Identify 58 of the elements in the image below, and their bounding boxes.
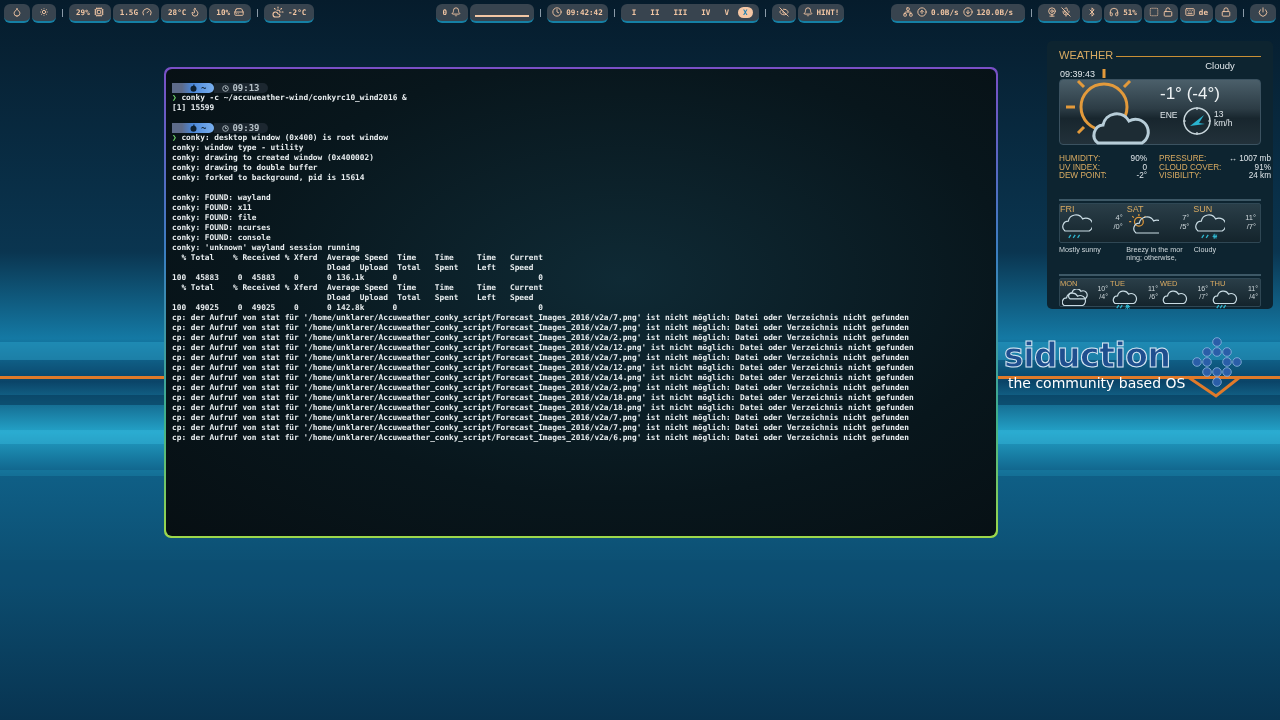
- current-temperature: -1° (-4°): [1160, 84, 1220, 104]
- chip-icon: [93, 7, 104, 17]
- detail-value: 90%: [1130, 155, 1147, 164]
- mic-off-icon: [1061, 7, 1072, 17]
- detail-label: UV INDEX:: [1059, 163, 1100, 172]
- detail-label: CLOUD COVER:: [1159, 163, 1222, 172]
- prompt-time: 09:39: [232, 123, 260, 133]
- bluetooth-icon: [1087, 7, 1098, 17]
- unlock-icon: [1162, 7, 1173, 17]
- wind-direction: ENE: [1160, 110, 1178, 120]
- compass-icon: [1182, 106, 1212, 136]
- detail-value: ↔ 1007 mb: [1228, 155, 1271, 164]
- title-underline: [475, 15, 530, 17]
- headphones-icon: [1109, 7, 1120, 17]
- droplet-icon: [12, 7, 22, 17]
- eye-off-icon: [778, 7, 789, 17]
- keyboard-icon: [1184, 7, 1195, 17]
- weather-icon: [1112, 288, 1138, 311]
- detail-label: HUMIDITY:: [1059, 155, 1101, 164]
- prompt-time: 09:13: [232, 83, 260, 93]
- wind-speed: 13 km/h: [1214, 110, 1233, 128]
- logo-tagline: the community based OS: [1008, 375, 1186, 391]
- webcam-icon: [1047, 7, 1058, 17]
- update-time: 09:39:43: [1060, 69, 1096, 79]
- dots-logo-icon: [1192, 337, 1242, 387]
- forecast-day: FRI: [1060, 203, 1075, 214]
- weather-condition: Cloudy: [1204, 60, 1236, 71]
- clock-icon: [222, 84, 230, 92]
- sun-icon: [39, 7, 49, 17]
- weather-icon: [1062, 213, 1092, 240]
- detail-value: -2°: [1136, 172, 1147, 181]
- prompt-directory: ~: [201, 83, 207, 93]
- lock-icon: [1221, 7, 1231, 17]
- detail-label: DEW POINT:: [1059, 172, 1107, 181]
- detail-label: PRESSURE:: [1159, 155, 1207, 164]
- cloud-sun-icon: [272, 6, 285, 18]
- upload-icon: [917, 7, 928, 17]
- power-icon: [1258, 7, 1268, 17]
- download-icon: [962, 7, 973, 17]
- forecast-day: SUN: [1193, 203, 1213, 214]
- gauge-icon: [142, 7, 152, 17]
- square-icon: [1148, 7, 1159, 17]
- detail-label: VISIBILITY:: [1159, 172, 1202, 181]
- bell-icon: [451, 7, 462, 17]
- clock-icon: [222, 124, 230, 132]
- detail-value: 91%: [1254, 163, 1271, 172]
- weather-icon: [1195, 213, 1226, 240]
- weather-icon: [1212, 288, 1238, 311]
- network-icon: [903, 7, 914, 17]
- detail-value: 24 km: [1248, 172, 1271, 181]
- prompt-directory: ~: [201, 123, 207, 133]
- forecast-day: SAT: [1126, 203, 1144, 214]
- flame-icon: [190, 7, 201, 17]
- detail-value: 0: [1142, 163, 1147, 172]
- logo-wordmark: siduction: [1004, 338, 1172, 374]
- widget-title: WEATHER: [1059, 49, 1114, 61]
- bell-icon: [802, 7, 813, 17]
- clock-icon: [552, 7, 563, 17]
